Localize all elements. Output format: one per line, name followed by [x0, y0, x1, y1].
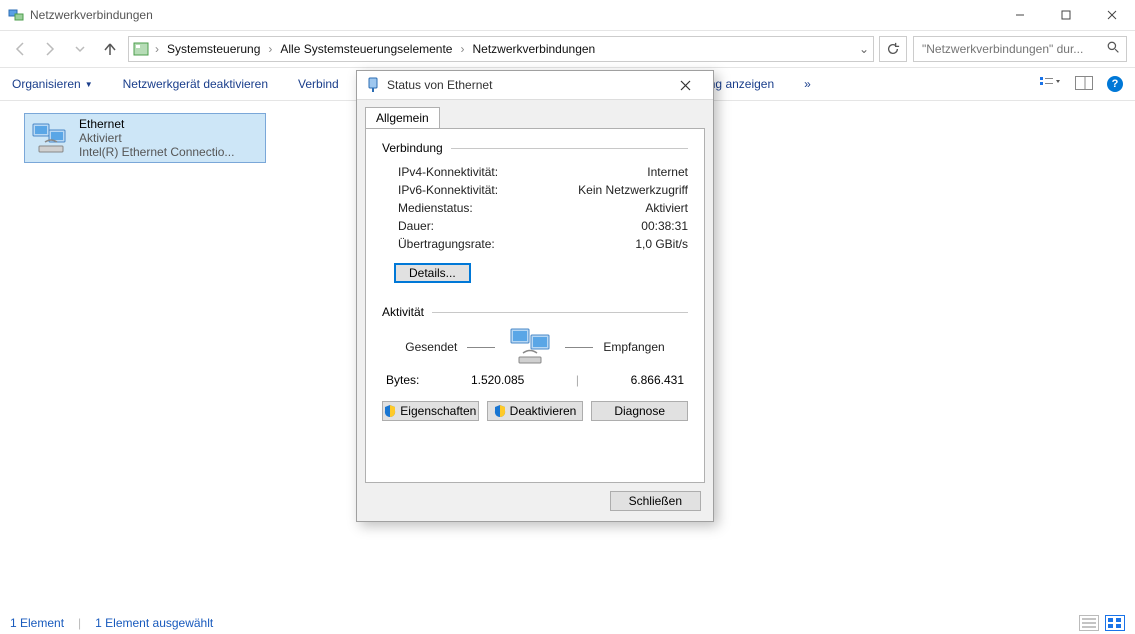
address-bar[interactable]: › Systemsteuerung › Alle Systemsteuerung…	[128, 36, 874, 62]
ipv4-value: Internet	[647, 165, 688, 179]
recent-locations-button[interactable]	[68, 37, 92, 61]
bytes-received-value: 6.866.431	[631, 373, 684, 387]
refresh-button[interactable]	[879, 36, 907, 62]
search-box[interactable]	[913, 36, 1127, 62]
ipv6-label: IPv6-Konnektivität:	[398, 183, 498, 197]
address-dropdown-button[interactable]: ⌄	[859, 42, 869, 56]
close-window-button[interactable]	[1089, 0, 1135, 30]
status-selected-count: 1 Element ausgewählt	[95, 616, 213, 630]
ipv4-label: IPv4-Konnektivität:	[398, 165, 498, 179]
details-button[interactable]: Details...	[394, 263, 471, 283]
back-button[interactable]	[8, 37, 32, 61]
duration-label: Dauer:	[398, 219, 434, 233]
dialog-title: Status von Ethernet	[387, 78, 492, 92]
shield-icon	[494, 405, 506, 417]
maximize-button[interactable]	[1043, 0, 1089, 30]
chevron-right-icon: ›	[153, 42, 161, 56]
status-bar: 1 Element | 1 Element ausgewählt	[0, 612, 1135, 634]
disable-device-button[interactable]: Netzwerkgerät deaktivieren	[123, 77, 268, 91]
shield-icon	[384, 405, 396, 417]
navigation-bar: › Systemsteuerung › Alle Systemsteuerung…	[0, 31, 1135, 68]
connection-state: Aktiviert	[79, 131, 234, 145]
properties-button[interactable]: Eigenschaften	[382, 401, 479, 421]
sent-label: Gesendet	[405, 340, 457, 354]
duration-value: 00:38:31	[641, 219, 688, 233]
help-button[interactable]: ?	[1107, 76, 1123, 92]
close-button[interactable]: Schließen	[610, 491, 701, 511]
received-label: Empfangen	[603, 340, 664, 354]
group-connection-label: Verbindung	[382, 141, 443, 155]
connection-name: Ethernet	[79, 117, 234, 131]
ethernet-adapter-icon	[31, 120, 71, 156]
icons-view-button[interactable]	[1105, 615, 1125, 631]
bytes-label: Bytes:	[386, 373, 419, 387]
dialog-titlebar[interactable]: Status von Ethernet	[357, 71, 713, 100]
preview-pane-button[interactable]	[1075, 76, 1093, 93]
ethernet-status-dialog: Status von Ethernet Allgemein Verbindung…	[356, 70, 714, 522]
search-input[interactable]	[920, 41, 1107, 57]
breadcrumb-item[interactable]: Netzwerkverbindungen	[468, 42, 599, 56]
connection-menu-truncated[interactable]: Verbind	[298, 77, 339, 91]
ethernet-status-icon	[365, 77, 381, 93]
tab-page-general: Verbindung IPv4-Konnektivität: Internet I…	[365, 128, 705, 483]
details-view-button[interactable]	[1079, 615, 1099, 631]
speed-label: Übertragungsrate:	[398, 237, 495, 251]
view-options-button[interactable]	[1039, 76, 1061, 93]
network-connections-icon	[8, 7, 24, 23]
network-activity-icon	[505, 327, 555, 367]
bytes-sent-value: 1.520.085	[471, 373, 524, 387]
breadcrumb-item[interactable]: Alle Systemsteuerungselemente	[276, 42, 456, 56]
chevron-right-icon: ›	[266, 42, 274, 56]
connection-item-ethernet[interactable]: Ethernet Aktiviert Intel(R) Ethernet Con…	[24, 113, 266, 163]
connection-device: Intel(R) Ethernet Connectio...	[79, 145, 234, 159]
forward-button[interactable]	[38, 37, 62, 61]
speed-value: 1,0 GBit/s	[635, 237, 688, 251]
titlebar: Netzwerkverbindungen	[0, 0, 1135, 31]
chevron-right-icon: ›	[458, 42, 466, 56]
media-status-value: Aktiviert	[645, 201, 688, 215]
breadcrumb-item[interactable]: Systemsteuerung	[163, 42, 264, 56]
ipv6-value: Kein Netzwerkzugriff	[578, 183, 688, 197]
group-activity-label: Aktivität	[382, 305, 424, 319]
status-item-count: 1 Element	[10, 616, 64, 630]
search-icon[interactable]	[1107, 41, 1120, 57]
overflow-menu[interactable]: »	[804, 77, 811, 91]
organize-menu[interactable]: Organisieren ▼	[12, 77, 93, 91]
minimize-button[interactable]	[997, 0, 1043, 30]
window-title: Netzwerkverbindungen	[30, 8, 153, 22]
diagnose-button[interactable]: Diagnose	[591, 401, 688, 421]
dialog-close-button[interactable]	[665, 71, 705, 99]
control-panel-icon	[133, 41, 149, 57]
media-status-label: Medienstatus:	[398, 201, 473, 215]
disable-button[interactable]: Deaktivieren	[487, 401, 584, 421]
up-button[interactable]	[98, 37, 122, 61]
tab-general[interactable]: Allgemein	[365, 107, 440, 129]
